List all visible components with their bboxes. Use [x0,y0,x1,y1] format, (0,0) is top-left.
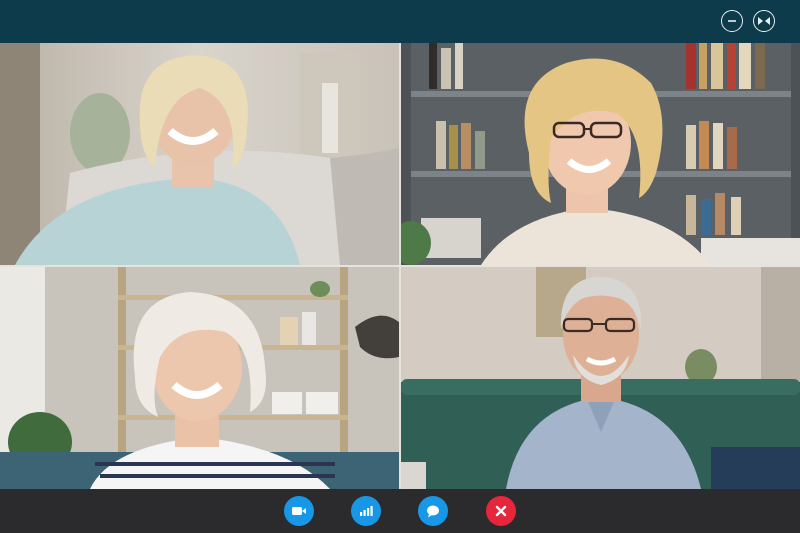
signal-bars-icon [360,506,373,516]
chat-button[interactable] [418,496,448,526]
fullscreen-button[interactable] [753,10,775,32]
participant-video-top-left[interactable] [0,43,399,265]
chat-bubble-icon [427,505,439,518]
participant-video-bottom-right[interactable] [401,267,800,489]
camera-icon [292,507,306,515]
connection-stats-button[interactable] [351,496,381,526]
participant-grid [0,43,800,489]
video-feed-image [0,43,399,265]
camera-toggle-button[interactable] [284,496,314,526]
end-call-icon [495,505,507,517]
minimize-button[interactable] [721,10,743,32]
video-call-window [0,0,800,533]
participant-video-top-right[interactable] [401,43,800,265]
title-bar [0,0,800,43]
minimize-icon [728,20,736,22]
video-feed-image [401,267,800,489]
fullscreen-icon [758,17,770,25]
video-feed-image [401,43,800,265]
call-controls-bar [0,489,800,533]
participant-video-bottom-left[interactable] [0,267,399,489]
video-feed-image [0,267,399,489]
end-call-button[interactable] [486,496,516,526]
